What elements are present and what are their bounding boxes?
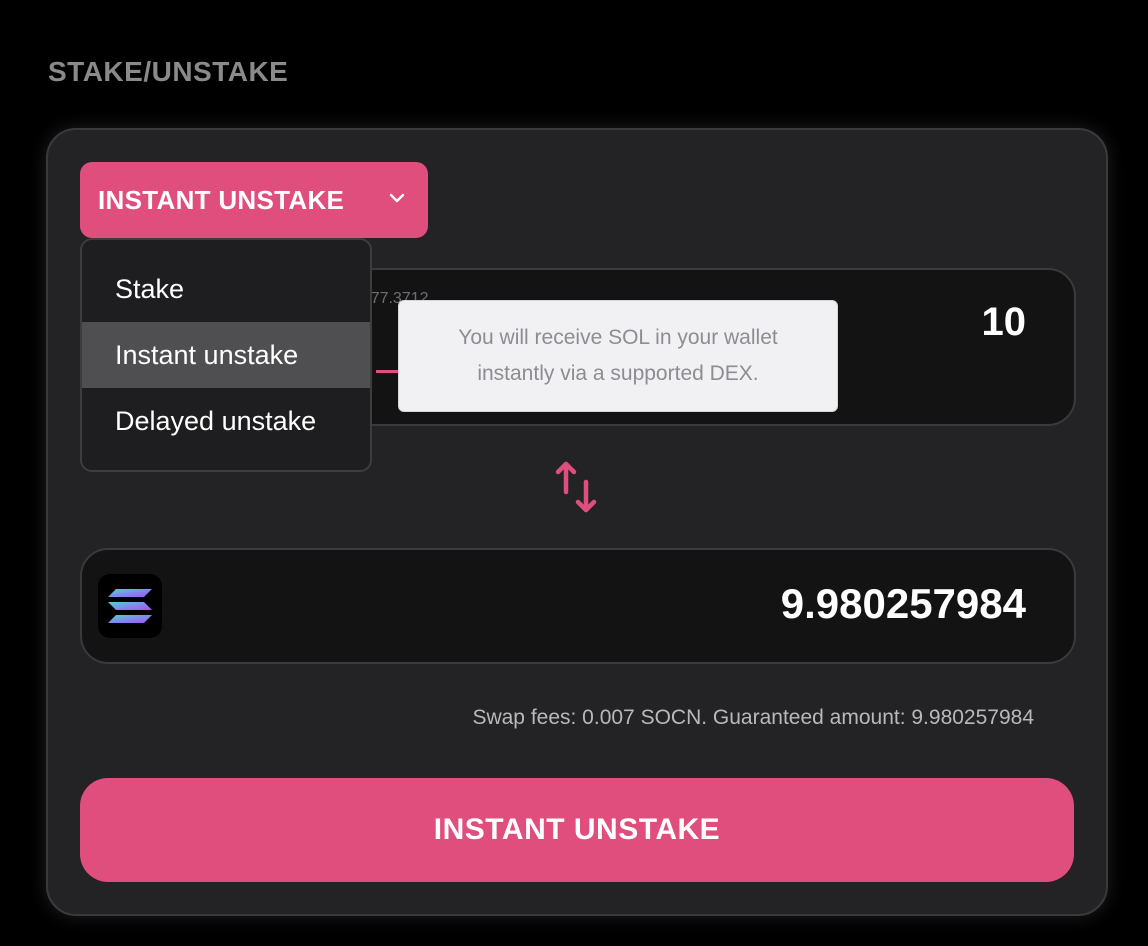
mode-dropdown-label: INSTANT UNSTAKE [98,184,345,215]
mode-dropdown-menu: Stake Instant unstake Delayed unstake [80,238,372,472]
stake-unstake-page: STAKE/UNSTAKE INSTANT UNSTAKE e: 177.371… [0,0,1148,946]
chevron-down-icon [389,193,405,203]
tooltip-line-2: instantly via a supported DEX. [477,362,759,385]
swap-fees-text: Swap fees: 0.007 SOCN. Guaranteed amount… [472,706,1034,729]
tooltip-line-1: You will receive SOL in your wallet [458,326,778,349]
section-title: STAKE/UNSTAKE [48,56,289,87]
menu-item-instant-unstake[interactable]: Instant unstake [82,322,370,388]
mode-tooltip: You will receive SOL in your wallet inst… [398,300,838,412]
output-amount-field: 9.980257984 [80,548,1076,664]
menu-item-delayed-unstake[interactable]: Delayed unstake [82,388,370,454]
input-amount-value[interactable]: 10 [982,300,1027,345]
solana-logo-icon [98,574,162,638]
instant-unstake-button[interactable]: INSTANT UNSTAKE [80,778,1074,882]
menu-item-stake[interactable]: Stake [82,256,370,322]
swap-direction-icon[interactable] [552,458,602,518]
output-amount-value: 9.980257984 [780,580,1026,627]
mode-dropdown[interactable]: INSTANT UNSTAKE [80,162,428,238]
